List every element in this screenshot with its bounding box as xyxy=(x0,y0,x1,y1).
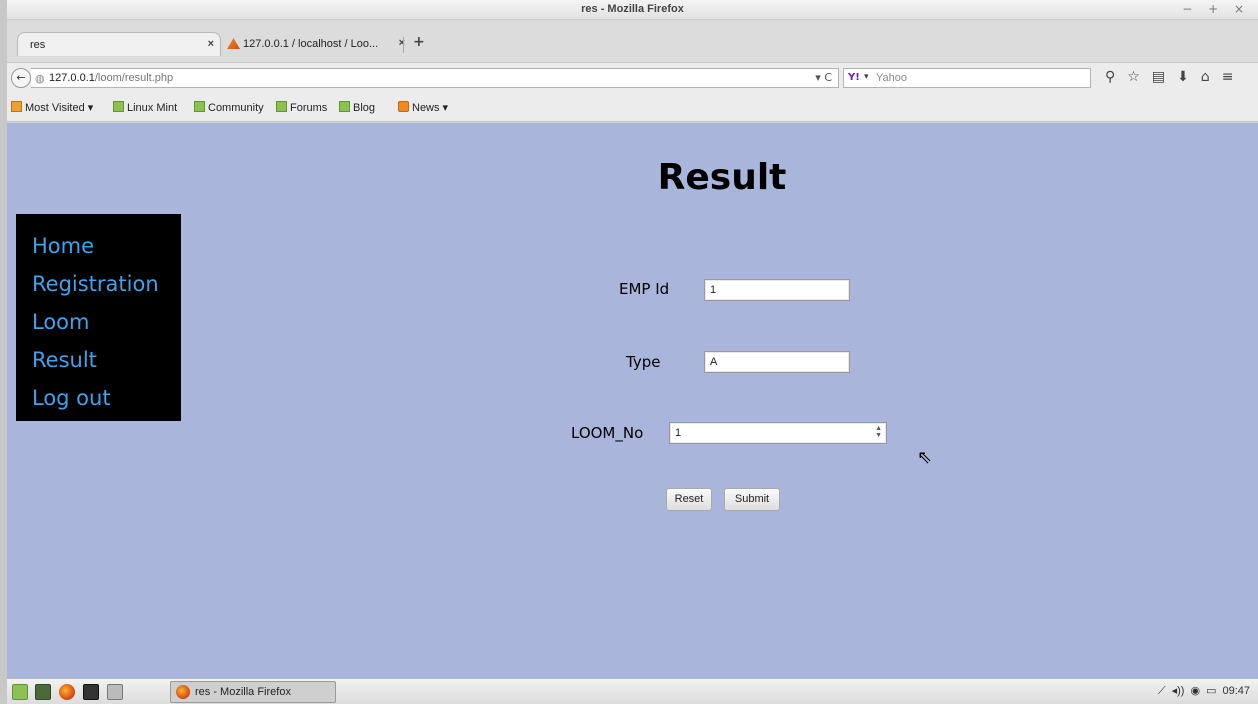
window-title: res - Mozilla Firefox xyxy=(581,3,684,15)
bookmark-star-icon[interactable]: ☆ xyxy=(1127,69,1152,85)
bookmark-blog[interactable]: Blog xyxy=(339,101,375,114)
tab-res[interactable]: res × xyxy=(17,32,221,56)
reset-button[interactable]: Reset xyxy=(666,488,712,511)
loom-no-value: 1 xyxy=(675,427,682,439)
tab-separator xyxy=(403,37,404,53)
mouse-cursor-icon: ⇖ xyxy=(917,447,933,468)
show-desktop-icon[interactable] xyxy=(35,684,51,700)
folder-icon xyxy=(11,101,22,112)
system-tray: ⟋ ◂)) ◉ ▭ 09:47 xyxy=(1152,684,1250,698)
back-button[interactable]: ← xyxy=(11,68,31,88)
loom-no-stepper[interactable]: 1 ▲ ▼ xyxy=(669,422,887,444)
emp-id-field[interactable]: 1 xyxy=(704,279,850,301)
menu-item-registration[interactable]: Registration xyxy=(32,265,181,303)
mint-icon xyxy=(339,101,350,112)
toolbar-icons: ⚲☆▤⬇⌂≡ xyxy=(1105,69,1245,85)
page-content: Result Home Registration Loom Result Log… xyxy=(7,123,1258,678)
loom-no-label: LOOM_No xyxy=(571,424,644,442)
rss-icon xyxy=(398,101,409,112)
reading-list-icon[interactable]: ▤ xyxy=(1152,69,1177,85)
yahoo-icon[interactable]: Y! xyxy=(848,72,860,83)
mint-icon xyxy=(113,101,124,112)
tab-title: 127.0.0.1 / localhost / Loo... xyxy=(243,38,379,50)
taskbar-window-label: res - Mozilla Firefox xyxy=(195,686,291,698)
bookmark-community[interactable]: Community xyxy=(194,101,264,114)
spinner-arrows-icon[interactable]: ▲ ▼ xyxy=(875,425,882,439)
network-icon[interactable]: ⟋ xyxy=(1158,685,1166,697)
firefox-icon xyxy=(176,685,190,699)
navigation-toolbar: ← ◍ 127.0.0.1/loom/result.php ▾ C Y! ▾ Y… xyxy=(7,62,1258,92)
mint-icon xyxy=(194,101,205,112)
screen-edge xyxy=(0,0,7,704)
chevron-down-icon[interactable]: ▾ xyxy=(864,72,869,82)
bookmark-linux-mint[interactable]: Linux Mint xyxy=(113,101,177,114)
window-controls[interactable]: − + × xyxy=(1182,2,1250,16)
downloads-icon[interactable]: ⬇ xyxy=(1177,69,1201,85)
menu-icon[interactable]: ≡ xyxy=(1222,69,1246,85)
firefox-icon[interactable] xyxy=(59,684,75,700)
search-placeholder: Yahoo xyxy=(876,72,907,84)
url-text: 127.0.0.1/loom/result.php xyxy=(49,72,174,84)
tab-close-icon[interactable]: × xyxy=(399,37,405,49)
emp-id-label: EMP Id xyxy=(619,280,670,298)
taskbar-window-firefox[interactable]: res - Mozilla Firefox xyxy=(170,681,336,703)
menu-item-log-out[interactable]: Log out xyxy=(32,379,181,417)
menu-item-result[interactable]: Result xyxy=(32,341,181,379)
terminal-icon[interactable] xyxy=(83,684,99,700)
phpmyadmin-icon xyxy=(227,38,240,49)
bookmark-most-visited[interactable]: Most Visited ▾ xyxy=(11,101,93,114)
window-titlebar: res - Mozilla Firefox − + × xyxy=(7,0,1258,20)
globe-icon: ◍ xyxy=(35,72,45,85)
search-icon[interactable]: ⚲ xyxy=(1105,69,1127,85)
home-icon[interactable]: ⌂ xyxy=(1201,69,1222,85)
tab-title: res xyxy=(30,39,46,51)
files-icon[interactable] xyxy=(107,684,123,700)
bookmark-forums[interactable]: Forums xyxy=(276,101,327,114)
taskbar: res - Mozilla Firefox ⟋ ◂)) ◉ ▭ 09:47 xyxy=(7,678,1258,704)
side-menu: Home Registration Loom Result Log out xyxy=(16,214,181,421)
type-field[interactable]: A xyxy=(704,351,850,373)
tab-close-icon[interactable]: × xyxy=(208,38,214,50)
new-tab-button[interactable]: + xyxy=(413,34,425,50)
page-title: Result xyxy=(657,157,787,198)
search-bar[interactable]: Y! ▾ Yahoo xyxy=(843,68,1091,88)
type-label: Type xyxy=(626,353,661,371)
menu-item-loom[interactable]: Loom xyxy=(32,303,181,341)
volume-icon[interactable]: ◂)) xyxy=(1172,685,1185,697)
clock[interactable]: 09:47 xyxy=(1222,685,1250,697)
reload-icon[interactable]: ▾ C xyxy=(815,71,832,84)
mint-menu-icon[interactable] xyxy=(12,684,28,700)
submit-button[interactable]: Submit xyxy=(724,488,780,511)
mint-icon xyxy=(276,101,287,112)
battery-icon[interactable]: ▭ xyxy=(1206,685,1216,697)
bookmarks-toolbar: Most Visited ▾ Linux Mint Community Foru… xyxy=(7,92,1258,122)
bookmark-news[interactable]: News ▾ xyxy=(398,101,448,114)
url-bar[interactable]: ◍ 127.0.0.1/loom/result.php ▾ C xyxy=(31,68,839,88)
tab-strip: res × 127.0.0.1 / localhost / Loo... × + xyxy=(7,20,1258,62)
tab-phpmyadmin[interactable]: 127.0.0.1 / localhost / Loo... × xyxy=(221,32,411,56)
update-icon[interactable]: ◉ xyxy=(1190,685,1200,697)
menu-item-home[interactable]: Home xyxy=(32,227,181,265)
